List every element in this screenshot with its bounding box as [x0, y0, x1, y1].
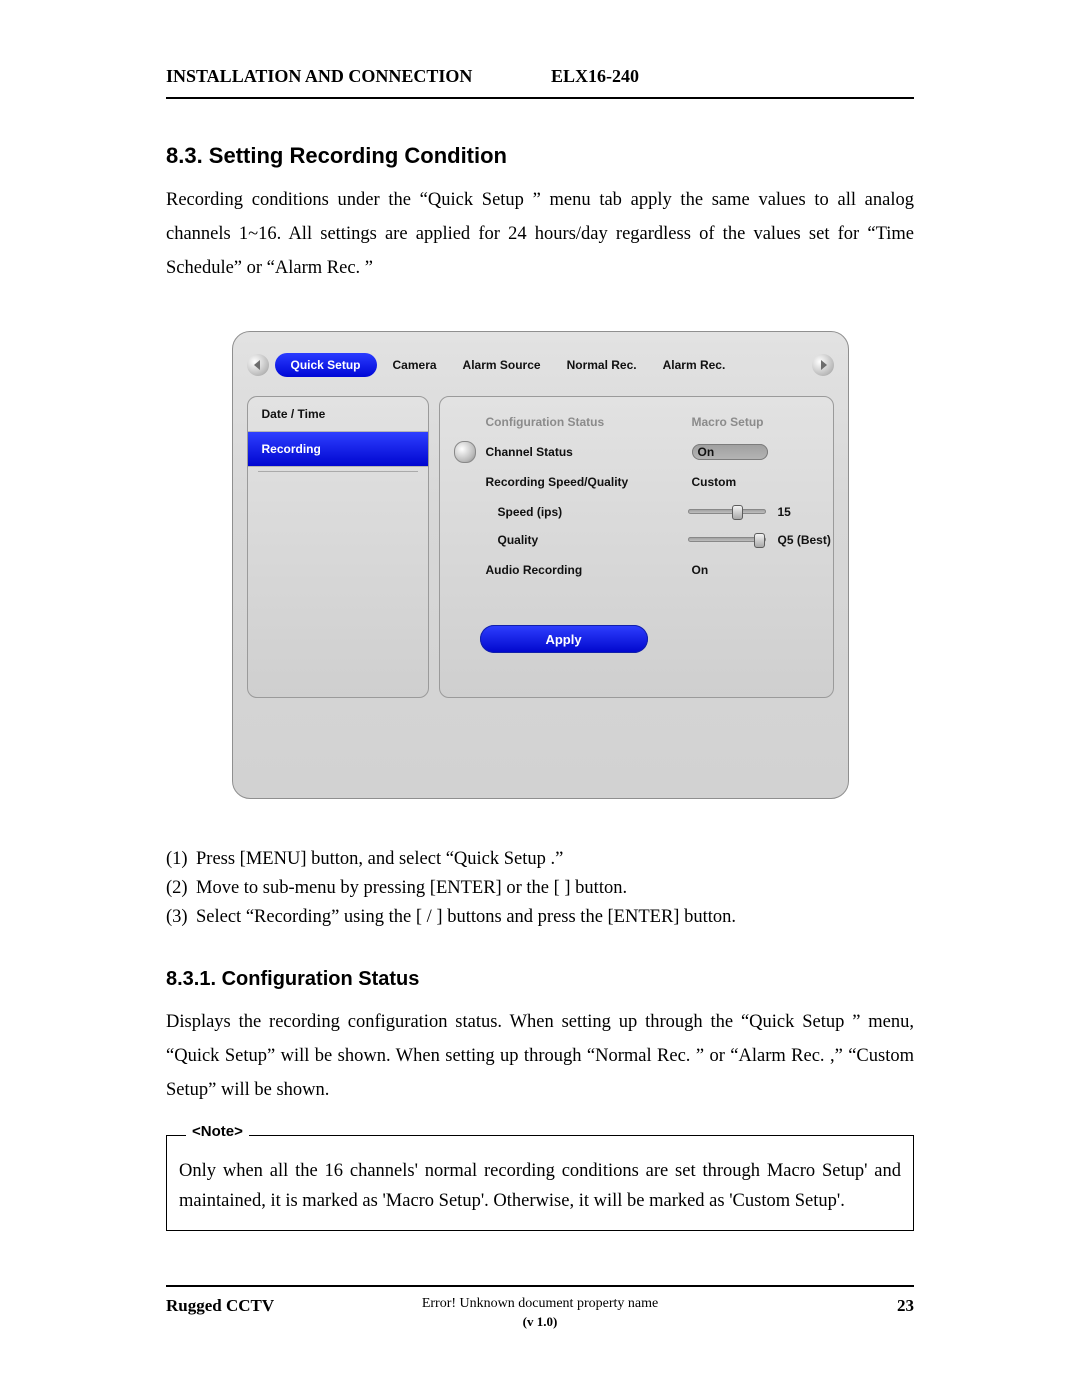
slider-quality-thumb[interactable]	[754, 533, 765, 548]
header-left: INSTALLATION AND CONNECTION	[166, 66, 551, 87]
step-2-text: Move to sub-menu by pressing [ENTER] or …	[196, 878, 627, 898]
note-box: Only when all the 16 channels' normal re…	[166, 1135, 914, 1231]
section-intro: Recording conditions under the “Quick Se…	[166, 183, 914, 285]
sidebar-item-recording[interactable]: Recording	[248, 432, 428, 467]
note-label: <Note>	[186, 1123, 249, 1140]
device-screenshot: Quick Setup Camera Alarm Source Normal R…	[232, 331, 849, 799]
step-1: (1)Press [MENU] button, and select “Quic…	[166, 845, 914, 874]
footer-mid-line1: Error! Unknown document property name	[166, 1296, 914, 1312]
tabs-next-icon[interactable]	[812, 354, 834, 376]
label-audio-recording: Audio Recording	[486, 559, 583, 581]
step-1-text: Press [MENU] button, and select “Quick S…	[196, 849, 563, 869]
step-2: (2)Move to sub-menu by pressing [ENTER] …	[166, 874, 914, 903]
label-recording-speed-quality: Recording Speed/Quality	[486, 471, 629, 493]
header-right: ELX16-240	[551, 66, 639, 87]
sidebar-divider	[258, 471, 418, 472]
label-channel-status: Channel Status	[486, 441, 573, 463]
tab-alarm-rec[interactable]: Alarm Rec.	[653, 353, 736, 377]
slider-speed-thumb[interactable]	[732, 505, 743, 520]
apply-button[interactable]: Apply	[480, 625, 648, 653]
tab-camera[interactable]: Camera	[383, 353, 447, 377]
subsection-body: Displays the recording configuration sta…	[166, 1005, 914, 1107]
tab-normal-rec[interactable]: Normal Rec.	[557, 353, 647, 377]
footer-mid-line2: (v 1.0)	[166, 1314, 914, 1330]
value-audio-recording[interactable]: On	[692, 559, 709, 581]
footer-rule	[166, 1285, 914, 1287]
label-configuration-status: Configuration Status	[486, 411, 605, 433]
steps-list: (1)Press [MENU] button, and select “Quic…	[166, 845, 914, 932]
content-panel: Configuration Status Macro Setup Channel…	[439, 396, 834, 698]
value-channel-status[interactable]: On	[692, 441, 768, 463]
section-heading: 8.3. Setting Recording Condition	[166, 143, 914, 169]
sidebar-item-date-time[interactable]: Date / Time	[248, 397, 428, 432]
value-speed: 15	[778, 501, 791, 523]
jog-icon[interactable]	[454, 441, 476, 463]
slider-speed[interactable]	[688, 504, 766, 518]
value-quality: Q5 (Best)	[778, 529, 831, 551]
note-body: Only when all the 16 channels' normal re…	[179, 1156, 901, 1216]
label-quality: Quality	[498, 529, 539, 551]
sidebar: Date / Time Recording	[247, 396, 429, 698]
step-3-text: Select “Recording” using the [ / ] butto…	[196, 907, 736, 927]
value-macro-setup: Macro Setup	[692, 411, 764, 433]
step-3: (3)Select “Recording” using the [ / ] bu…	[166, 903, 914, 932]
tabs-prev-icon[interactable]	[247, 354, 269, 376]
tab-quick-setup[interactable]: Quick Setup	[275, 353, 377, 377]
footer-page-number: 23	[897, 1296, 914, 1316]
value-channel-status-text: On	[698, 445, 715, 459]
tab-alarm-source[interactable]: Alarm Source	[453, 353, 551, 377]
label-speed-ips: Speed (ips)	[498, 501, 563, 523]
header-rule	[166, 97, 914, 99]
subsection-heading: 8.3.1. Configuration Status	[166, 968, 914, 991]
value-recording-speed-quality[interactable]: Custom	[692, 471, 737, 493]
slider-quality[interactable]	[688, 532, 766, 546]
